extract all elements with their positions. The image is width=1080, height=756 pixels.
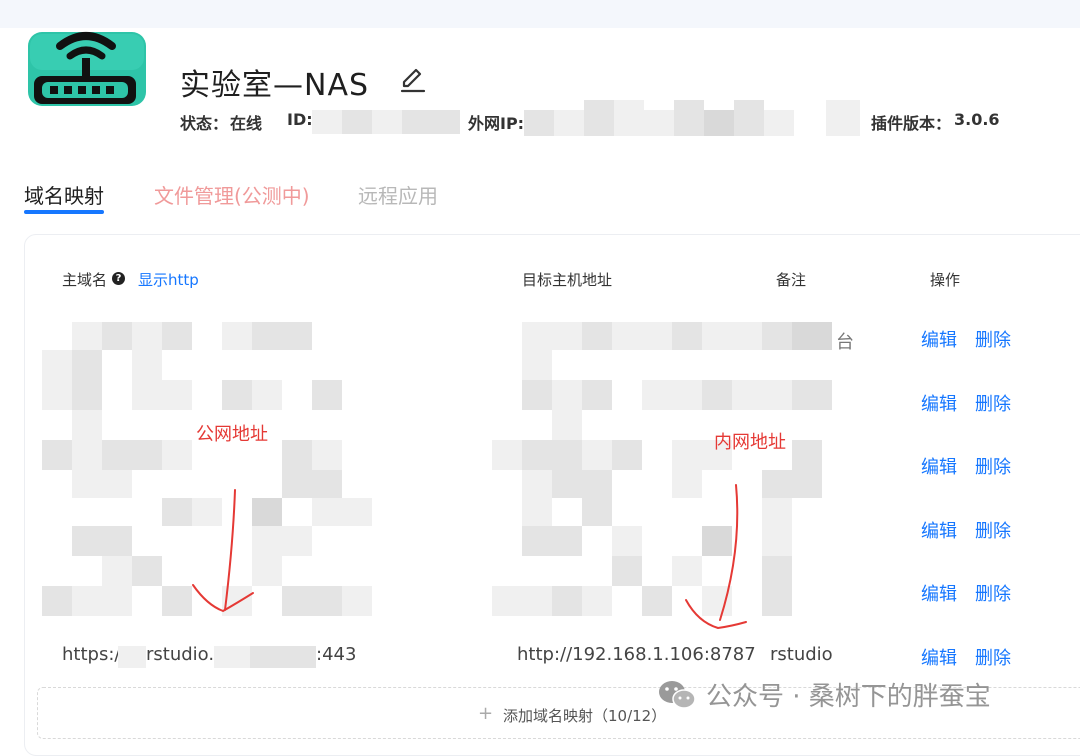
ip-redaction [764,110,794,136]
id-redaction [372,110,402,134]
watermark-text: 公众号 · 桑树下的胖蚕宝 [706,682,991,712]
delete-link-row-1[interactable]: 删除 [975,326,1011,352]
delete-link-row-6[interactable]: 删除 [975,644,1011,670]
ip-redaction [584,100,614,136]
domain-cell-redaction [118,646,146,668]
edit-link-row-5[interactable]: 编辑 [921,580,957,606]
id-redaction [312,110,342,134]
ip-redaction [704,110,734,136]
tab-domain-mapping[interactable]: 域名映射 [24,180,104,209]
id-label: ID: [287,110,313,129]
plus-icon: + [478,703,494,724]
edit-link-row-2[interactable]: 编辑 [921,390,957,416]
edit-link-row-1[interactable]: 编辑 [921,326,957,352]
ip-redaction [524,110,554,136]
id-redaction [402,110,432,134]
domain-cell-suffix: :443 [316,644,357,665]
ip-redaction [614,100,644,136]
column-header-ops: 操作 [930,271,961,289]
delete-link-row-3[interactable]: 删除 [975,453,1011,479]
plugin-version-label: 插件版本： [871,114,952,133]
top-band [0,0,1080,28]
target-cell: http://192.168.1.106:8787 [517,644,756,665]
wechat-icon [659,681,696,709]
plugin-version-value: 3.0.6 [954,110,1000,129]
annotation-internal-address: 内网地址 [714,432,786,453]
ip-label: 外网IP: [468,114,525,133]
edit-link-row-3[interactable]: 编辑 [921,453,957,479]
active-tab-indicator [24,210,104,214]
delete-link-row-2[interactable]: 删除 [975,390,1011,416]
ip-redaction [826,100,860,136]
ip-redaction [734,100,764,136]
note-cell: rstudio [770,644,833,665]
ip-redaction [554,110,584,136]
domain-cell-redaction [250,646,316,668]
delete-link-row-5[interactable]: 删除 [975,580,1011,606]
delete-link-row-4[interactable]: 删除 [975,517,1011,543]
column-header-domain: 主域名 [62,271,108,289]
id-redaction [432,110,460,134]
help-icon[interactable]: ? [112,272,125,285]
edit-link-row-4[interactable]: 编辑 [921,517,957,543]
edit-link-row-6[interactable]: 编辑 [921,644,957,670]
domain-cell-middle: rstudio. [146,644,215,665]
add-domain-mapping-label: 添加域名映射（10/12） [503,707,667,725]
id-redaction [342,110,372,134]
ip-redaction [644,110,674,136]
note-cell-fragment: 台 [836,332,854,353]
column-header-note: 备注 [776,271,807,289]
domain-cell-prefix: https:// [62,644,127,665]
status-label: 状态： [180,114,229,133]
annotation-public-address: 公网地址 [196,424,268,445]
column-header-target: 目标主机地址 [522,271,613,289]
status-value: 在线 [230,114,263,133]
edit-pencil-icon[interactable] [398,64,428,94]
domain-cell-redaction [214,646,250,668]
show-http-link[interactable]: 显示http [138,269,199,290]
tab-file-manager[interactable]: 文件管理(公测中) [154,180,310,209]
ip-redaction [674,100,704,136]
annotation-arrow-internal [685,484,747,630]
annotation-arrow-public [192,489,254,613]
tab-remote-apps[interactable]: 远程应用 [358,180,438,209]
router-device-icon [28,32,146,106]
device-title: 实验室—NAS [180,68,370,103]
